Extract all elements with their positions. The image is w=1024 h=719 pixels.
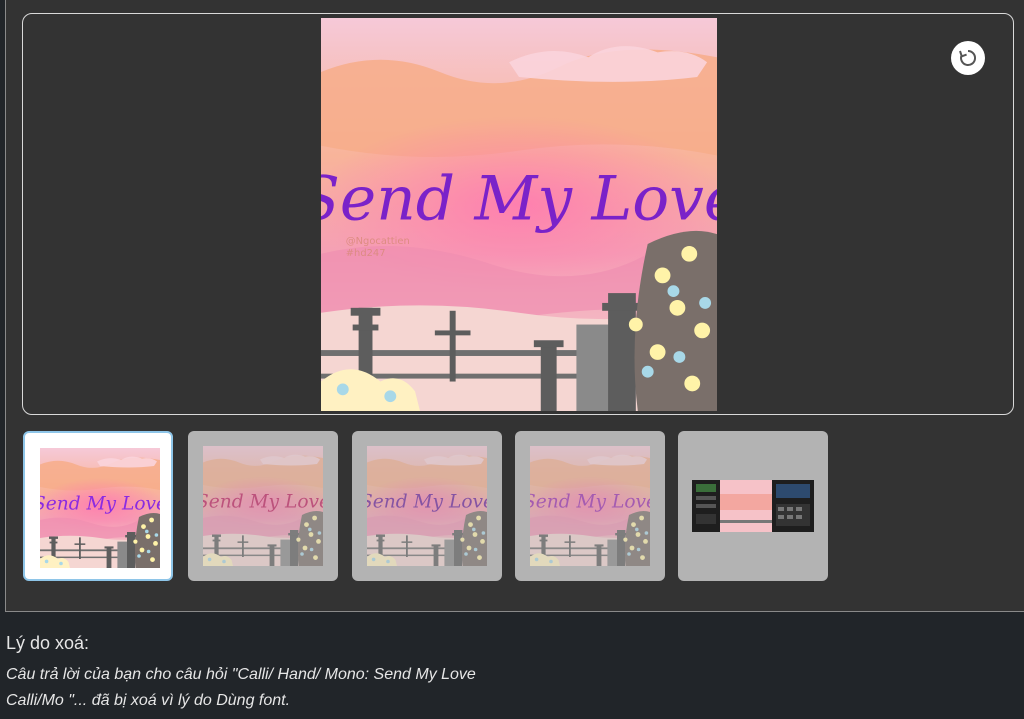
thumbnail-1-image: Send My Love: [40, 448, 160, 568]
main-image: Send My Love @Ngocattien #hd247: [321, 18, 717, 411]
thumbnail-2-title: Send My Love: [203, 492, 323, 513]
thumbnail-4[interactable]: Send My Love: [515, 431, 665, 581]
main-image-watermark-2: #hd247: [346, 248, 386, 259]
thumbnail-3[interactable]: Send My Love: [352, 431, 502, 581]
thumbnail-2-image: Send My Love: [203, 446, 323, 566]
deletion-reason-text: Câu trả lời của bạn cho câu hỏi "Calli/ …: [6, 662, 566, 714]
rotate-button[interactable]: [951, 41, 985, 75]
video-preview-image: [692, 480, 814, 532]
deletion-reason-title: Lý do xoá:: [6, 633, 90, 653]
deletion-reason-line-2: Calli/Mo "... đã bị xoá vì lý do Dùng fo…: [6, 692, 291, 709]
rotate-icon: [959, 49, 977, 66]
thumbnail-1[interactable]: Send My Love: [23, 431, 173, 581]
thumbnail-5-video[interactable]: [678, 431, 828, 581]
thumbnail-4-title: Send My Love: [530, 492, 650, 513]
thumbnail-3-title: Send My Love: [367, 492, 487, 513]
main-image-title: Send My Love: [321, 164, 717, 235]
thumbnail-2[interactable]: Send My Love: [188, 431, 338, 581]
deletion-reason-line-1: Câu trả lời của bạn cho câu hỏi "Calli/ …: [6, 666, 476, 683]
thumbnail-1-title: Send My Love: [40, 494, 160, 515]
image-viewer: Send My Love @Ngocattien #hd247: [22, 13, 1014, 415]
thumbnail-4-image: Send My Love: [530, 446, 650, 566]
thumbnail-3-image: Send My Love: [367, 446, 487, 566]
main-image-watermark-1: @Ngocattien: [346, 236, 410, 247]
